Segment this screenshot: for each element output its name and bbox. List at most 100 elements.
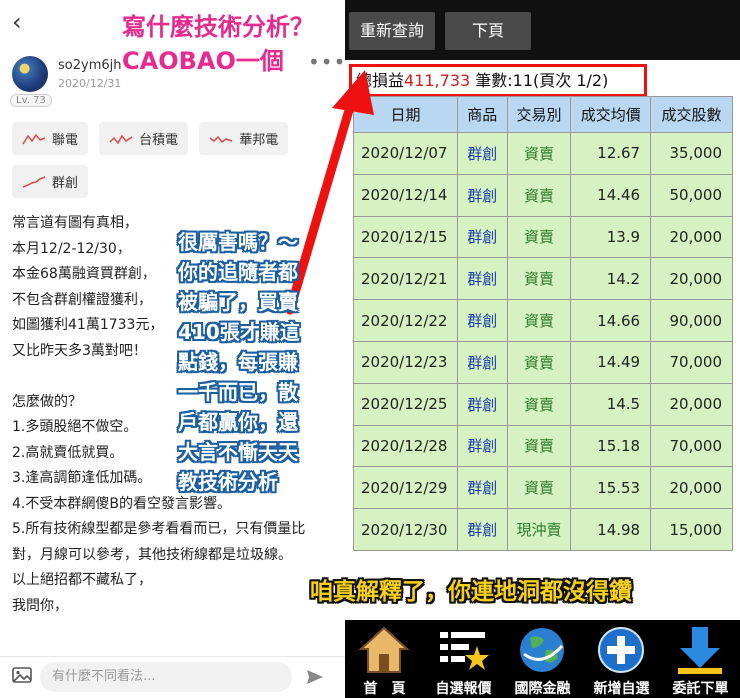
middle-caption-line: 教技術分析 — [178, 470, 278, 494]
sparkline-icon — [22, 175, 46, 188]
total-pnl: 411,733 — [404, 71, 471, 90]
trade-avg-price: 14.49 — [570, 340, 652, 384]
middle-caption-line: 點錢，每張賺 — [178, 350, 298, 374]
trade-date: 2020/12/14 — [353, 173, 458, 217]
next-page-button[interactable]: 下頁 — [445, 12, 531, 50]
trade-type: 資賣 — [506, 340, 572, 384]
sparkline-icon — [109, 134, 133, 144]
trade-shares: 70,000 — [650, 340, 733, 384]
trade-date: 2020/12/25 — [353, 382, 458, 426]
image-icon[interactable] — [12, 667, 32, 683]
trade-avg-price: 14.98 — [570, 508, 652, 551]
table-header-row: 日期 商品 交易別 成交均價 成交股數 — [353, 96, 733, 133]
trade-shares: 20,000 — [650, 466, 733, 510]
top-caption: 寫什麼技術分析？ CAOBAO一個 — [122, 10, 314, 78]
trade-shares: 20,000 — [650, 382, 733, 426]
pnl-summary: 總損益411,733 筆數:11(頁次 1/2) — [349, 64, 647, 97]
trade-type: 資賣 — [506, 466, 572, 510]
nav-label: 委託下單 — [672, 681, 729, 697]
stock-tag[interactable]: 群創 — [12, 165, 89, 198]
app-toolbar: 重新查詢 下頁 — [345, 0, 740, 60]
bottom-nav: 首 頁 自選報價 國際金融 新增自選 委託下單 — [345, 620, 740, 698]
middle-caption-line: 大言不慚天天 — [178, 440, 298, 464]
stock-tag-label: 聯電 — [52, 133, 79, 148]
stock-tag[interactable]: 台積電 — [99, 122, 189, 155]
sparkline-icon — [209, 135, 233, 143]
table-row[interactable]: 2020/12/29 群創 資賣 15.53 20,000 — [353, 466, 733, 510]
comment-input[interactable]: 有什麼不同看法... — [40, 662, 292, 692]
trade-avg-price: 14.66 — [570, 299, 652, 342]
trade-shares: 90,000 — [650, 299, 733, 342]
table-row[interactable]: 2020/12/14 群創 資賣 14.46 50,000 — [353, 173, 733, 217]
globe-icon — [520, 628, 564, 672]
trade-avg-price: 15.18 — [570, 424, 652, 468]
trade-avg-price: 14.5 — [570, 382, 652, 426]
avatar[interactable] — [12, 56, 48, 92]
trade-product: 群創 — [456, 257, 508, 301]
trade-type: 資賣 — [506, 424, 572, 468]
trade-avg-price: 14.2 — [570, 257, 652, 301]
column-header: 日期 — [353, 96, 458, 133]
comment-bar: 有什麼不同看法... — [0, 656, 345, 698]
trade-avg-price: 14.46 — [570, 173, 652, 217]
nav-label: 自選報價 — [435, 681, 492, 697]
nav-add-watchlist[interactable]: 新增自選 — [582, 620, 661, 698]
back-chevron-icon[interactable]: ‹ — [12, 8, 22, 36]
post-line: 5.所有技術線型都是參考看看而已，只有價量比 — [12, 521, 306, 537]
trade-product: 群創 — [456, 299, 508, 342]
trade-type: 資賣 — [506, 215, 572, 259]
nav-label: 國際金融 — [514, 681, 571, 697]
trade-date: 2020/12/15 — [353, 215, 458, 259]
summary-count: 筆數:11(頁次 1/2) — [470, 71, 609, 90]
nav-global-finance[interactable]: 國際金融 — [503, 620, 582, 698]
trade-shares: 70,000 — [650, 424, 733, 468]
table-row[interactable]: 2020/12/25 群創 資賣 14.5 20,000 — [353, 382, 733, 426]
post-line: 我問你， — [12, 597, 68, 614]
stock-tag[interactable]: 華邦電 — [199, 122, 289, 155]
trade-type: 資賣 — [506, 132, 572, 175]
trade-shares: 50,000 — [650, 173, 733, 217]
trade-date: 2020/12/30 — [353, 508, 458, 551]
table-row[interactable]: 2020/12/23 群創 資賣 14.49 70,000 — [353, 340, 733, 384]
stock-tag[interactable]: 聯電 — [12, 122, 89, 155]
trade-product: 群創 — [456, 508, 508, 551]
top-caption-line: 寫什麼技術分析？ — [122, 13, 314, 41]
nav-place-order[interactable]: 委託下單 — [661, 620, 740, 698]
trade-shares: 20,000 — [650, 257, 733, 301]
trade-date: 2020/12/28 — [353, 424, 458, 468]
table-row[interactable]: 2020/12/07 群創 資賣 12.67 35,000 — [353, 132, 733, 175]
column-header: 成交股數 — [650, 96, 733, 133]
middle-caption-line: 一千而已，散 — [178, 380, 298, 404]
level-badge: Lv. 73 — [10, 94, 52, 107]
username[interactable]: so2ym6jh — [58, 58, 121, 73]
trade-shares: 35,000 — [650, 132, 733, 175]
post-line: 對，月線可以參考，其他技術線都是垃圾線。 — [12, 546, 292, 563]
trade-type: 資賣 — [506, 173, 572, 217]
table-row[interactable]: 2020/12/30 群創 現沖賣 14.98 15,000 — [353, 508, 733, 551]
table-row[interactable]: 2020/12/21 群創 資賣 14.2 20,000 — [353, 257, 733, 301]
middle-caption-line: 你的追隨者都 — [178, 260, 298, 284]
trade-product: 群創 — [456, 340, 508, 384]
post-date: 2020/12/31 — [58, 77, 122, 90]
table-row[interactable]: 2020/12/22 群創 資賣 14.66 90,000 — [353, 299, 733, 342]
stock-tag-label: 群創 — [52, 176, 79, 191]
send-icon[interactable] — [306, 669, 324, 685]
trade-avg-price: 13.9 — [570, 215, 652, 259]
trade-product: 群創 — [456, 215, 508, 259]
trade-date: 2020/12/07 — [353, 132, 458, 175]
table-row[interactable]: 2020/12/15 群創 資賣 13.9 20,000 — [353, 215, 733, 259]
table-row[interactable]: 2020/12/28 群創 資賣 15.18 70,000 — [353, 424, 733, 468]
trade-table: 日期 商品 交易別 成交均價 成交股數 2020/12/07 群創 資賣 12.… — [353, 96, 733, 551]
nav-label: 首 頁 — [363, 681, 406, 697]
trade-product: 群創 — [456, 173, 508, 217]
requery-button[interactable]: 重新查詢 — [349, 12, 435, 50]
trade-type: 現沖賣 — [506, 508, 572, 551]
middle-caption-line: 很厲害嗎？～ — [178, 230, 298, 254]
trade-date: 2020/12/21 — [353, 257, 458, 301]
list-star-icon — [440, 632, 489, 670]
trade-avg-price: 12.67 — [570, 132, 652, 175]
nav-watchlist-quotes[interactable]: 自選報價 — [424, 620, 503, 698]
top-caption-line: CAOBAO一個 — [122, 47, 284, 75]
nav-home[interactable]: 首 頁 — [345, 620, 424, 698]
column-header: 成交均價 — [570, 96, 652, 133]
